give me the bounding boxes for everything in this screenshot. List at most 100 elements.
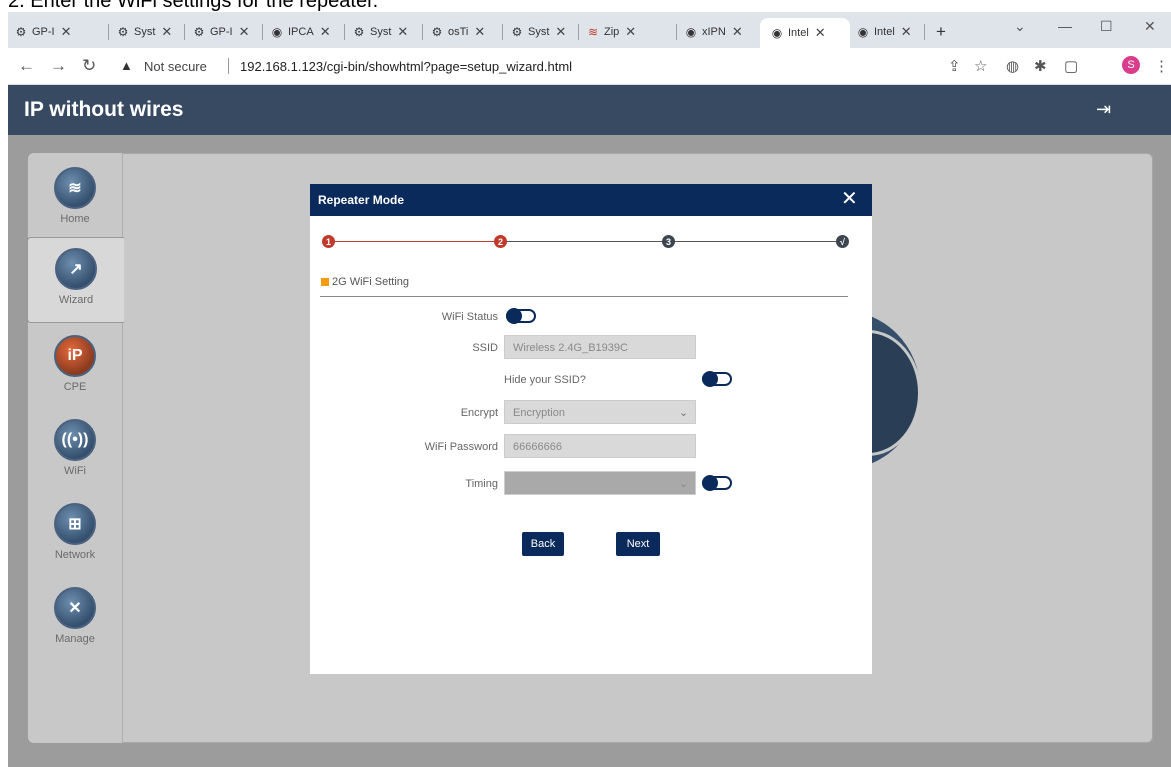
step-1-indicator: 1 [322,235,335,248]
close-icon[interactable]: ✕ [397,24,408,40]
browser-toolbar: ← → ↻ ▲ Not secure 192.168.1.123/cgi-bin… [8,48,1171,85]
hide-ssid-toggle[interactable] [702,371,732,387]
bookmark-star-icon[interactable]: ☆ [974,57,987,75]
caption-text: 2. Enter the WiFi settings for the repea… [8,0,379,12]
logout-icon[interactable]: ⇥ [1096,99,1111,120]
network-icon: ⊞ [54,503,96,545]
app-header: IP without wires ⇥ [8,85,1171,135]
hide-ssid-label: Hide your SSID? [504,374,586,386]
stepper-line-done [330,241,500,242]
close-icon[interactable]: ✕ [239,24,250,40]
timing-select[interactable]: ⌄ [504,471,696,495]
close-icon[interactable]: ✕ [625,24,636,40]
stepper-line [672,241,838,242]
globe-icon: ◉ [857,25,869,39]
close-icon[interactable]: ✕ [61,24,72,40]
warning-icon[interactable]: ▲ [120,58,133,73]
cpe-icon: iP [54,335,96,377]
wifi-status-toggle[interactable] [506,308,536,324]
forward-arrow-icon[interactable]: → [50,56,67,76]
wifi-password-input[interactable]: 66666666 [504,434,696,458]
step-2-indicator: 2 [494,235,507,248]
browser-tab-active[interactable]: ◉ Intel ✕ [760,18,850,48]
sidebar-item-wifi[interactable]: ((•)) WiFi [28,409,122,491]
extension-icon[interactable]: ◍ [1006,57,1019,75]
gear-icon: ⚙ [431,25,443,39]
close-icon[interactable]: ✕ [732,24,743,40]
browser-tab[interactable]: ≋ Zip ✕ [586,18,636,46]
stepper-line [506,241,666,242]
gear-icon: ⚙ [353,25,365,39]
browser-tab-strip: ⚙ GP-I ✕ ⚙ Syst ✕ ⚙ GP-I ✕ ◉ IPCA ✕ ⚙ Syst ✕ ⚙ osTi… [8,12,1171,48]
gear-icon: ⚙ [193,25,205,39]
close-icon[interactable]: ✕ [555,24,566,40]
wifi-password-label: WiFi Password [424,441,498,453]
close-icon[interactable]: ✕ [474,24,485,40]
close-icon[interactable]: ✕ [161,24,172,40]
window-close-button[interactable]: ✕ [1144,18,1156,35]
back-arrow-icon[interactable]: ← [18,56,35,76]
dialog-title: Repeater Mode [318,193,405,207]
repeater-mode-dialog: Repeater Mode ✕ 1 2 3 √ 2G WiFi Setting … [310,184,872,674]
puzzle-icon[interactable]: ✱ [1034,57,1047,75]
reload-icon[interactable]: ↻ [82,56,96,76]
dialog-close-button[interactable]: ✕ [841,188,858,210]
timing-label: Timing [465,478,498,490]
section-divider [320,296,848,297]
new-tab-button[interactable]: + [936,18,946,46]
close-icon[interactable]: ✕ [320,24,331,40]
browser-tab[interactable]: ⚙ Syst ✕ [352,18,409,46]
globe-icon: ◉ [271,25,283,39]
menu-dots-icon[interactable]: ⋮ [1154,57,1169,75]
dialog-header: Repeater Mode ✕ [310,184,872,216]
back-button[interactable]: Back [522,532,564,556]
browser-tab[interactable]: ⚙ GP-I ✕ [14,18,72,46]
sidebar-item-cpe[interactable]: iP CPE [28,325,122,407]
globe-icon: ◉ [685,25,697,39]
sidepanel-icon[interactable]: ▢ [1064,57,1078,75]
maximize-button[interactable]: ☐ [1100,18,1113,35]
zip-icon: ≋ [587,25,599,39]
gear-icon: ⚙ [15,25,27,39]
timing-toggle[interactable] [702,475,732,491]
ssid-label: SSID [472,342,498,354]
browser-tab[interactable]: ⚙ osTi ✕ [430,18,486,46]
encrypt-select[interactable]: Encryption ⌄ [504,400,696,424]
wifi-status-label: WiFi Status [441,311,498,323]
home-wifi-icon: ≋ [54,167,96,209]
encrypt-label: Encrypt [460,407,498,419]
security-indicator[interactable]: Not secure [144,59,207,74]
minimize-button[interactable]: — [1058,18,1072,34]
app-title: IP without wires [24,98,184,121]
step-3-indicator: 3 [662,235,675,248]
browser-tab[interactable]: ◉ IPCA ✕ [270,18,331,46]
section-marker [321,278,329,286]
share-icon[interactable]: ⇪ [948,57,961,75]
sidebar-item-network[interactable]: ⊞ Network [28,493,122,575]
tools-icon: ✕ [54,587,96,629]
sidebar-item-home[interactable]: ≋ Home [28,157,122,239]
next-button[interactable]: Next [616,532,660,556]
browser-tab[interactable]: ⚙ Syst ✕ [116,18,173,46]
chevron-down-icon: ⌄ [679,407,689,419]
globe-icon: ◉ [771,26,783,40]
wifi-antenna-icon: ((•)) [54,419,96,461]
profile-avatar[interactable]: S [1122,56,1140,74]
browser-tab[interactable]: ◉ Intel ✕ [856,18,912,46]
browser-tab[interactable]: ◉ xIPN ✕ [684,18,743,46]
section-title: 2G WiFi Setting [332,276,410,288]
sidebar: ≋ Home ↗ Wizard iP CPE ((•)) WiFi ⊞ Netw… [27,153,124,743]
sidebar-item-wizard[interactable]: ↗ Wizard [27,237,124,323]
tab-search-icon[interactable]: ⌄ [1014,18,1026,35]
wizard-icon: ↗ [55,248,97,290]
ssid-input[interactable]: Wireless 2.4G_B1939C [504,335,696,359]
close-icon[interactable]: ✕ [901,24,912,40]
close-icon[interactable]: ✕ [815,25,826,41]
browser-tab[interactable]: ⚙ Syst ✕ [510,18,567,46]
gear-icon: ⚙ [511,25,523,39]
address-bar[interactable]: 192.168.1.123/cgi-bin/showhtml?page=setu… [240,59,572,74]
step-done-indicator: √ [836,235,849,248]
chevron-down-icon: ⌄ [679,478,689,490]
sidebar-item-manage[interactable]: ✕ Manage [28,577,122,659]
browser-tab[interactable]: ⚙ GP-I ✕ [192,18,250,46]
